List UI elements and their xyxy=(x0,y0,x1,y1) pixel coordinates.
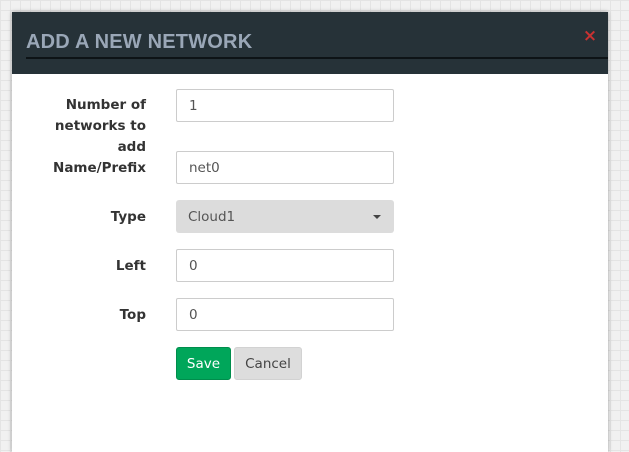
count-label: Number of networks to add xyxy=(24,95,146,158)
dialog-title: ADD A NEW NETWORK xyxy=(26,31,253,53)
chevron-down-icon xyxy=(373,214,381,219)
count-value: 1 xyxy=(189,97,198,114)
type-select[interactable]: Cloud1 xyxy=(176,200,394,233)
count-label-line1: Number of xyxy=(65,97,146,113)
top-input[interactable]: 0 xyxy=(176,298,394,331)
close-icon[interactable]: × xyxy=(582,28,598,45)
name-label: Name/Prefix xyxy=(53,160,146,176)
type-selected-value: Cloud1 xyxy=(188,208,236,225)
cancel-button[interactable]: Cancel xyxy=(234,347,302,380)
dialog-header: ADD A NEW NETWORK × xyxy=(12,12,608,74)
count-input[interactable]: 1 xyxy=(176,89,394,122)
left-input[interactable]: 0 xyxy=(176,249,394,282)
left-value: 0 xyxy=(189,257,198,274)
add-network-dialog: ADD A NEW NETWORK × Number of networks t… xyxy=(12,12,608,452)
type-label: Type xyxy=(110,209,146,225)
count-label-line2: networks to add xyxy=(54,118,146,155)
left-label: Left xyxy=(115,258,146,274)
name-prefix-value: net0 xyxy=(189,159,220,176)
title-underline xyxy=(26,57,608,59)
name-prefix-input[interactable]: net0 xyxy=(176,151,394,184)
save-button[interactable]: Save xyxy=(176,347,231,380)
top-label: Top xyxy=(119,307,146,323)
top-value: 0 xyxy=(189,306,198,323)
